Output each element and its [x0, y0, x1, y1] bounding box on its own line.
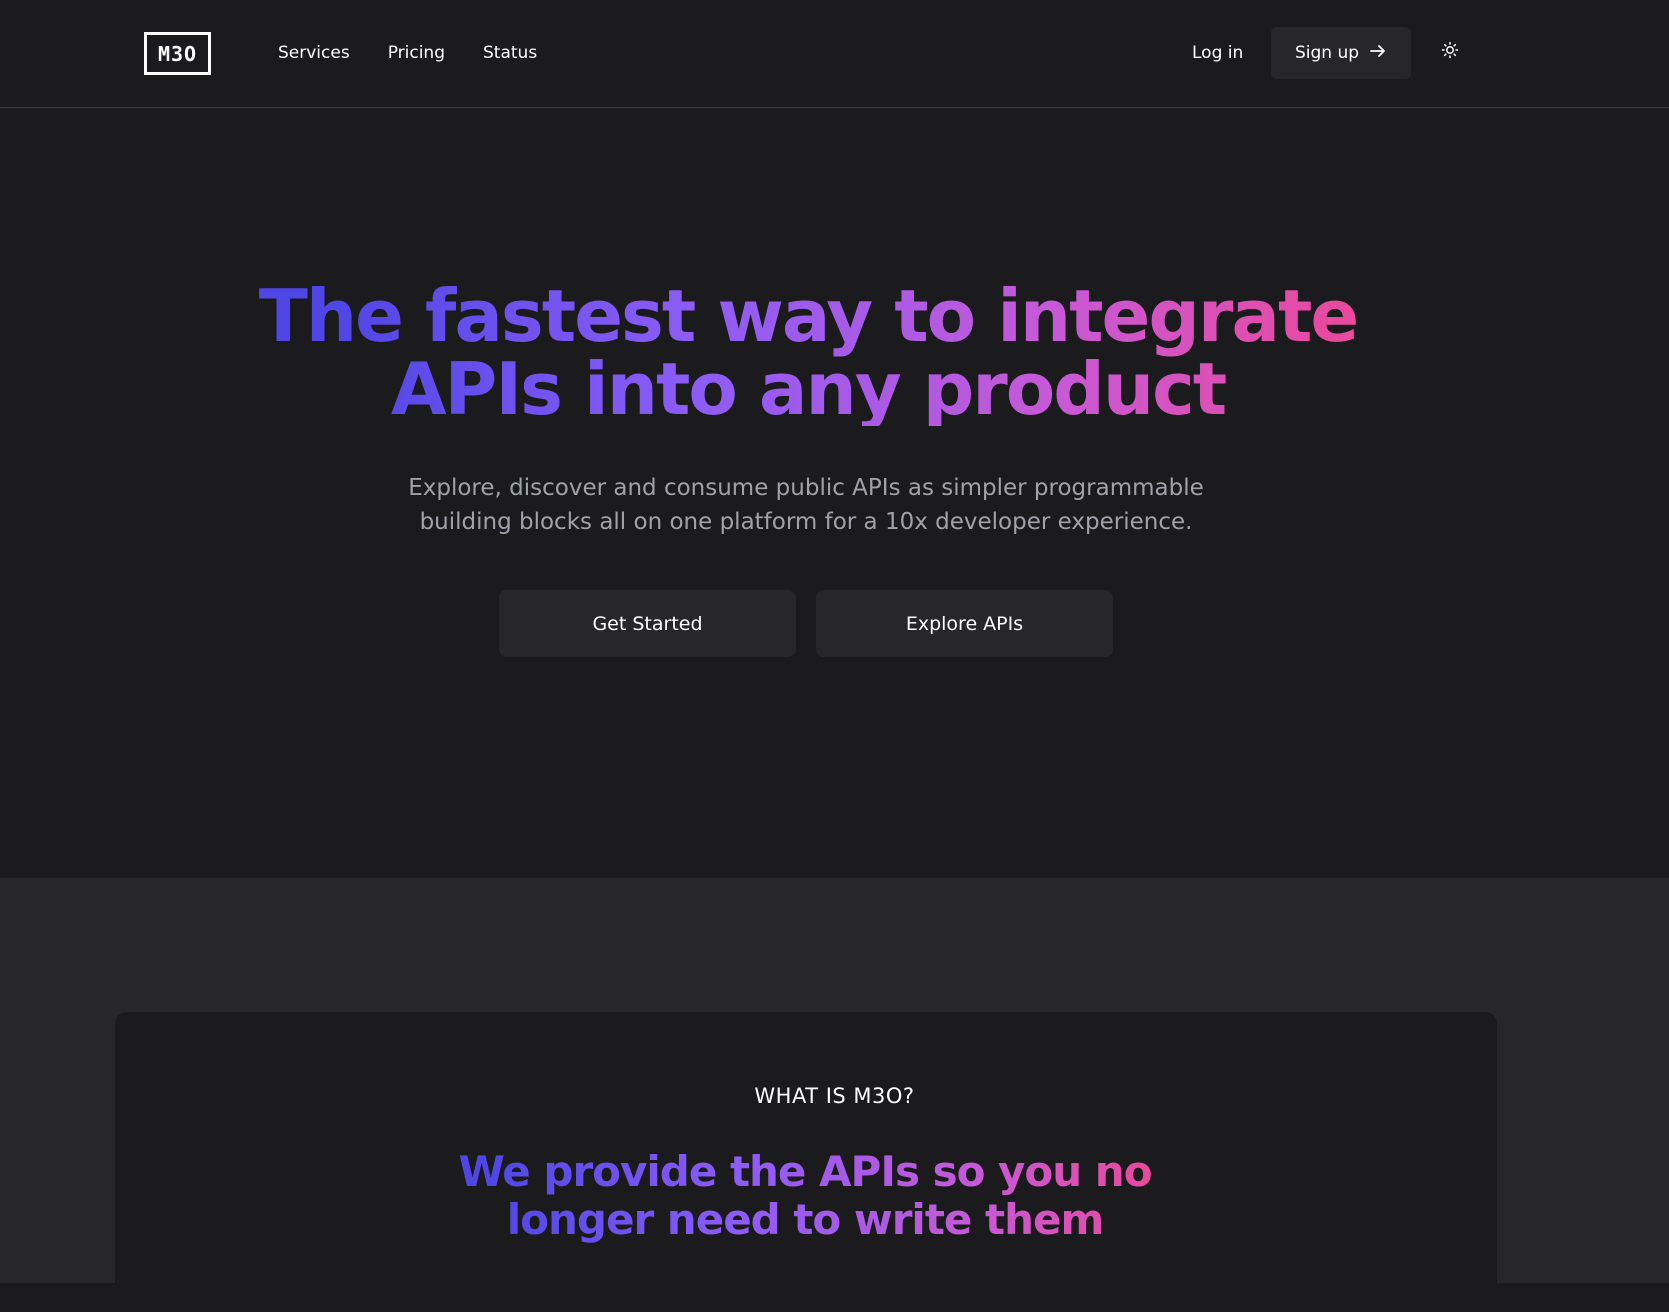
hero-section: The fastest way to integrate APIs into a…	[0, 108, 1669, 878]
about-eyebrow: WHAT IS M3O?	[754, 1084, 915, 1108]
site-header: M3O Services Pricing Status Log in Sign …	[0, 0, 1669, 108]
m3o-logo[interactable]: M3O	[144, 32, 211, 75]
hero-subtitle: Explore, discover and consume public API…	[408, 475, 1204, 535]
signup-label: Sign up	[1294, 43, 1360, 63]
main-nav: Services Pricing Status	[278, 0, 575, 106]
signup-button[interactable]: Sign up	[1271, 27, 1411, 79]
nav-link-services[interactable]: Services	[278, 43, 350, 63]
explore-apis-button[interactable]: Explore APIs	[816, 590, 1113, 657]
theme-toggle-button[interactable]	[1436, 38, 1464, 66]
about-title: We provide the APIs so you no longer nee…	[450, 1148, 1160, 1244]
nav-link-status[interactable]: Status	[483, 43, 537, 63]
get-started-button[interactable]: Get Started	[499, 590, 796, 657]
hero-title: The fastest way to integrate APIs into a…	[180, 280, 1436, 426]
nav-link-pricing[interactable]: Pricing	[388, 43, 445, 63]
sun-icon	[1441, 41, 1459, 63]
login-link[interactable]: Log in	[1192, 36, 1243, 70]
about-section: WHAT IS M3O? We provide the APIs so you …	[0, 878, 1669, 1312]
arrow-right-icon	[1369, 42, 1387, 65]
